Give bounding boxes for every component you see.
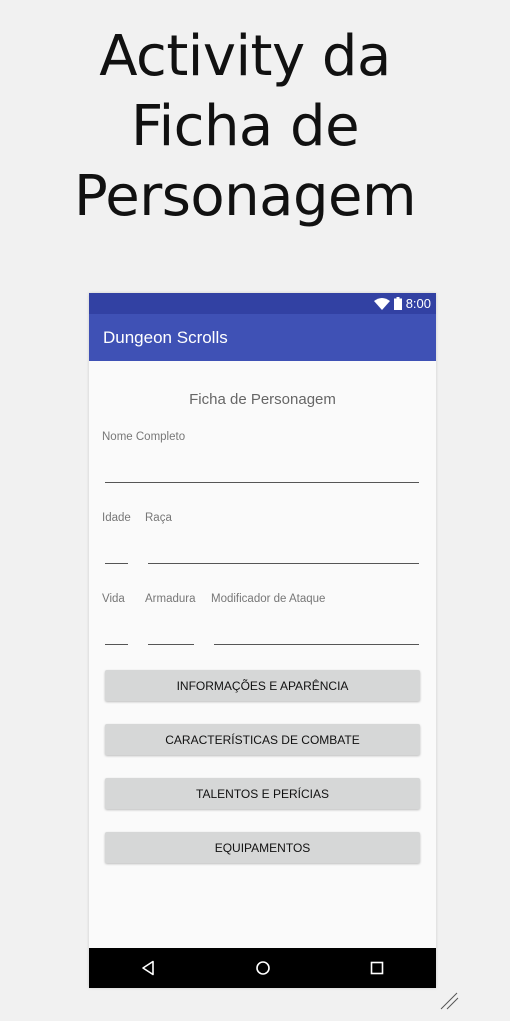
app-title: Dungeon Scrolls — [103, 328, 228, 347]
vida-field[interactable] — [105, 644, 128, 645]
headline-line-2: Ficha de — [130, 94, 360, 159]
phone-screen: 8:00 Dungeon Scrolls Ficha de Personagem… — [89, 293, 436, 988]
status-time: 8:00 — [405, 296, 431, 311]
resize-handle-icon — [440, 992, 459, 1010]
navigation-bar — [89, 948, 436, 988]
armadura-field[interactable] — [148, 644, 194, 645]
idade-label: Idade — [102, 512, 131, 524]
caracteristicas-combate-button[interactable]: CARACTERÍSTICAS DE COMBATE — [105, 724, 420, 755]
status-bar: 8:00 — [89, 293, 436, 314]
nome-label: Nome Completo — [102, 431, 186, 443]
raca-label: Raça — [145, 512, 172, 524]
armadura-label: Armadura — [145, 593, 196, 605]
nome-field[interactable] — [105, 482, 419, 483]
headline-line-3: Personagem — [73, 164, 417, 229]
recents-icon — [370, 961, 384, 975]
equipamentos-button[interactable]: EQUIPAMENTOS — [105, 832, 420, 863]
wifi-icon — [373, 297, 390, 310]
talentos-pericias-button[interactable]: TALENTOS E PERÍCIAS — [105, 778, 420, 809]
modificador-label: Modificador de Ataque — [211, 593, 326, 605]
vida-label: Vida — [102, 593, 125, 605]
back-icon — [142, 960, 154, 976]
home-icon — [256, 961, 270, 975]
nav-recents-button[interactable] — [357, 948, 397, 988]
modificador-field[interactable] — [214, 644, 419, 645]
headline: Activity da Ficha de Personagem — [0, 22, 490, 232]
battery-icon — [393, 297, 402, 310]
form-title: Ficha de Personagem — [189, 391, 336, 408]
informacoes-aparencia-button[interactable]: INFORMAÇÕES E APARÊNCIA — [105, 670, 420, 701]
raca-field[interactable] — [148, 563, 419, 564]
form-content: Ficha de Personagem Nome Completo Idade … — [89, 361, 436, 948]
headline-line-1: Activity da — [99, 24, 391, 89]
nav-home-button[interactable] — [243, 948, 283, 988]
idade-field[interactable] — [105, 563, 128, 564]
nav-back-button[interactable] — [128, 948, 168, 988]
app-bar: Dungeon Scrolls — [89, 314, 436, 361]
